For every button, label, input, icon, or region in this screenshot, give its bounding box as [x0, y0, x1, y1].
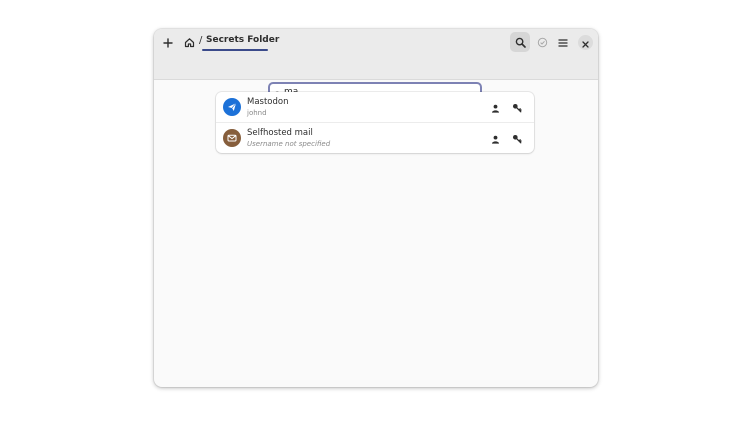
mail-envelope-icon — [223, 129, 241, 147]
app-window: / Secrets Folder ma Mastodon johnd Selfh… — [154, 29, 598, 387]
hamburger-menu-icon — [558, 33, 568, 52]
add-button[interactable] — [158, 32, 178, 52]
main-menu-button[interactable] — [553, 32, 573, 52]
close-window-button[interactable] — [578, 35, 593, 50]
search-bar — [154, 54, 598, 102]
check-circle-icon — [537, 33, 548, 52]
plus-icon — [163, 33, 173, 52]
header-bar: / Secrets Folder — [154, 29, 598, 54]
home-button[interactable] — [179, 32, 199, 52]
search-toggle-button[interactable] — [510, 32, 530, 52]
copy-password-icon — [512, 98, 522, 117]
folder-title[interactable]: Secrets Folder — [206, 35, 279, 45]
paper-plane-icon — [223, 98, 241, 116]
copy-password-icon — [512, 129, 522, 148]
copy-username-icon — [491, 98, 500, 117]
item-username: johnd — [247, 109, 267, 117]
copy-username-button[interactable] — [487, 130, 503, 146]
search-icon — [515, 33, 526, 52]
copy-password-button[interactable] — [509, 99, 525, 115]
breadcrumb-separator: / — [199, 35, 203, 46]
item-title: Selfhosted mail — [247, 128, 313, 138]
item-username: Username not specified — [247, 140, 331, 148]
secrets-list: Mastodon johnd Selfhosted mail Username … — [216, 92, 534, 153]
list-item[interactable]: Mastodon johnd — [216, 92, 534, 122]
item-title: Mastodon — [247, 97, 289, 107]
select-mode-button[interactable] — [532, 32, 552, 52]
copy-password-button[interactable] — [509, 130, 525, 146]
copy-username-icon — [491, 129, 500, 148]
list-item[interactable]: Selfhosted mail Username not specified — [216, 122, 534, 153]
home-icon — [184, 33, 195, 52]
close-icon — [582, 33, 589, 52]
copy-username-button[interactable] — [487, 99, 503, 115]
active-folder-indicator — [202, 49, 268, 51]
